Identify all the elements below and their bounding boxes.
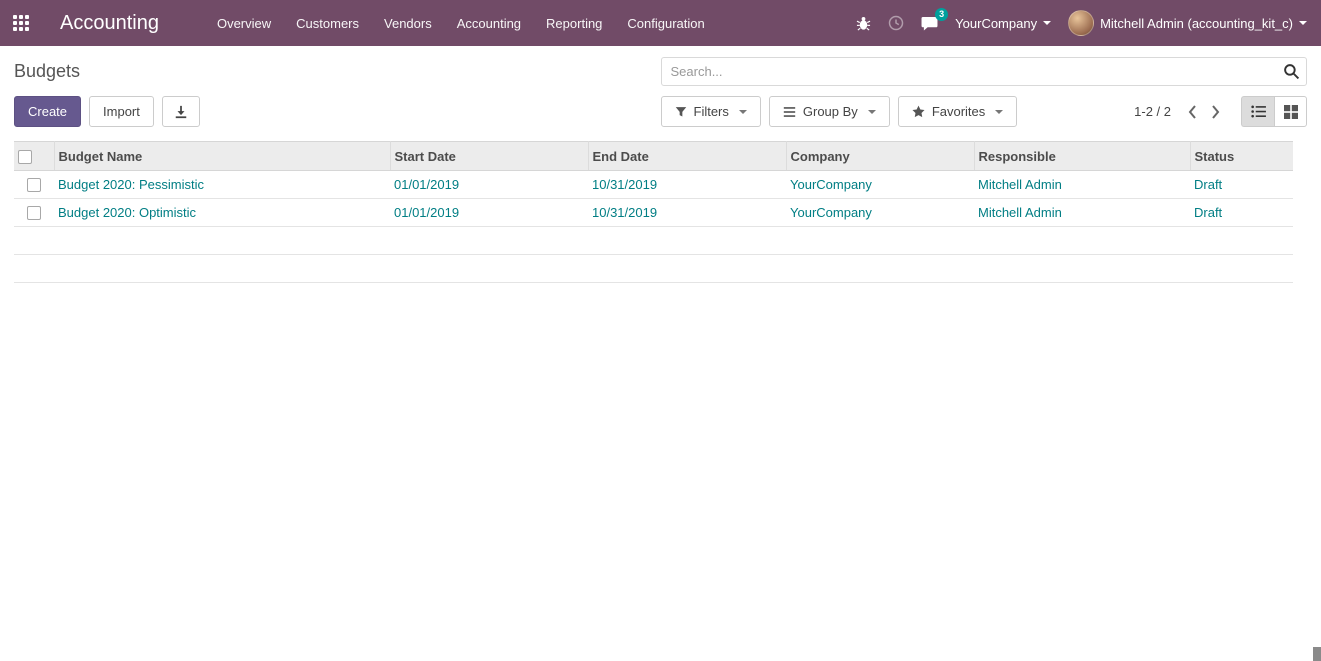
create-button[interactable]: Create: [14, 96, 82, 127]
column-header-end-date[interactable]: End Date: [588, 141, 787, 171]
column-header-start-date[interactable]: Start Date: [390, 141, 589, 171]
import-button[interactable]: Import: [89, 96, 154, 127]
company-switcher[interactable]: YourCompany: [955, 15, 1052, 31]
debug-bug-icon[interactable]: [856, 16, 871, 31]
filter-icon: [675, 106, 686, 116]
cell-status[interactable]: Draft: [1190, 170, 1293, 199]
chevron-down-icon: [1043, 21, 1052, 25]
menu-overview[interactable]: Overview: [217, 16, 271, 31]
pager-next-icon[interactable]: [1204, 101, 1227, 123]
filters-label: Filters: [693, 104, 729, 119]
row-checkbox[interactable]: [27, 206, 41, 221]
favorites-label: Favorites: [931, 104, 986, 119]
row-checkbox-cell: [14, 170, 54, 199]
cell-start-date[interactable]: 01/01/2019: [390, 170, 588, 199]
column-header-status[interactable]: Status: [1190, 141, 1293, 171]
user-menu[interactable]: Mitchell Admin (accounting_kit_c): [1068, 10, 1307, 36]
user-name-label: Mitchell Admin (accounting_kit_c): [1100, 15, 1293, 31]
favorites-button[interactable]: Favorites: [897, 96, 1018, 127]
cell-company[interactable]: YourCompany: [786, 170, 974, 199]
cell-end-date[interactable]: 10/31/2019: [588, 170, 786, 199]
chevron-down-icon: [995, 109, 1004, 114]
main-menu: Overview Customers Vendors Accounting Re…: [217, 16, 730, 31]
empty-row: [14, 254, 1293, 283]
vertical-scrollbar-thumb[interactable]: [1313, 647, 1321, 661]
table-header-row: Budget Name Start Date End Date Company …: [14, 141, 1293, 171]
group-by-button[interactable]: Group By: [768, 96, 890, 127]
filters-button[interactable]: Filters: [660, 96, 761, 127]
download-icon: [175, 105, 187, 118]
cell-end-date[interactable]: 10/31/2019: [588, 198, 786, 227]
pager-previous-icon[interactable]: [1181, 101, 1204, 123]
action-buttons: Create Import: [14, 96, 661, 127]
select-all-checkbox[interactable]: [18, 149, 32, 164]
favorites-star-icon: [912, 105, 925, 118]
list-view-icon: [1250, 105, 1266, 118]
group-by-label: Group By: [802, 104, 858, 119]
table-row[interactable]: Budget 2020: Pessimistic 01/01/2019 10/3…: [14, 170, 1293, 199]
pager-and-views: 1-2 / 2: [1134, 96, 1307, 127]
search-input[interactable]: [660, 57, 1307, 86]
cell-start-date[interactable]: 01/01/2019: [390, 198, 588, 227]
chevron-down-icon: [1299, 21, 1307, 25]
menu-reporting[interactable]: Reporting: [546, 16, 602, 31]
menu-configuration[interactable]: Configuration: [627, 16, 704, 31]
export-button[interactable]: [161, 96, 200, 127]
row-checkbox-cell: [14, 198, 54, 227]
kanban-view-icon: [1283, 104, 1298, 119]
cell-responsible[interactable]: Mitchell Admin: [974, 198, 1190, 227]
select-all-header-cell: [14, 141, 55, 171]
app-title[interactable]: Accounting: [60, 12, 159, 35]
cell-responsible[interactable]: Mitchell Admin: [974, 170, 1190, 199]
cell-budget-name[interactable]: Budget 2020: Pessimistic: [54, 170, 390, 199]
messages-icon[interactable]: 3: [921, 7, 949, 31]
apps-menu-icon[interactable]: [8, 10, 34, 36]
chevron-down-icon: [867, 109, 876, 114]
search-icon[interactable]: [1283, 63, 1300, 80]
row-checkbox[interactable]: [27, 178, 41, 193]
pager: 1-2 / 2: [1134, 101, 1227, 123]
menu-accounting[interactable]: Accounting: [457, 16, 521, 31]
cell-budget-name[interactable]: Budget 2020: Optimistic: [54, 198, 390, 227]
kanban-view-button[interactable]: [1274, 96, 1307, 127]
menu-customers[interactable]: Customers: [296, 16, 359, 31]
menu-vendors[interactable]: Vendors: [384, 16, 432, 31]
search-tools: Filters Group By Favorites: [660, 96, 1018, 127]
chevron-down-icon: [738, 109, 747, 114]
company-switcher-label: YourCompany: [955, 15, 1038, 31]
cell-status[interactable]: Draft: [1190, 198, 1293, 227]
activities-clock-icon[interactable]: [888, 15, 904, 31]
column-header-responsible[interactable]: Responsible: [974, 141, 1191, 171]
control-panel: Budgets Create Import: [0, 46, 1321, 283]
empty-row: [14, 226, 1293, 255]
budgets-list-table: Budget Name Start Date End Date Company …: [14, 141, 1293, 283]
message-count-badge: 3: [935, 7, 949, 21]
search-box: [660, 57, 1307, 86]
avatar: [1068, 10, 1095, 36]
group-by-icon: [783, 106, 796, 117]
breadcrumb-page-title: Budgets: [14, 61, 81, 81]
cell-company[interactable]: YourCompany: [786, 198, 974, 227]
table-row[interactable]: Budget 2020: Optimistic 01/01/2019 10/31…: [14, 198, 1293, 227]
column-header-budget-name[interactable]: Budget Name: [54, 141, 391, 171]
navbar-right-tools: 3 YourCompany Mitchell Admin (accounting…: [856, 7, 1307, 36]
top-navbar: Accounting Overview Customers Vendors Ac…: [0, 0, 1321, 46]
view-switcher: [1241, 96, 1307, 127]
column-header-company[interactable]: Company: [786, 141, 975, 171]
pager-range: 1-2 / 2: [1134, 104, 1171, 119]
list-view-button[interactable]: [1241, 96, 1274, 127]
